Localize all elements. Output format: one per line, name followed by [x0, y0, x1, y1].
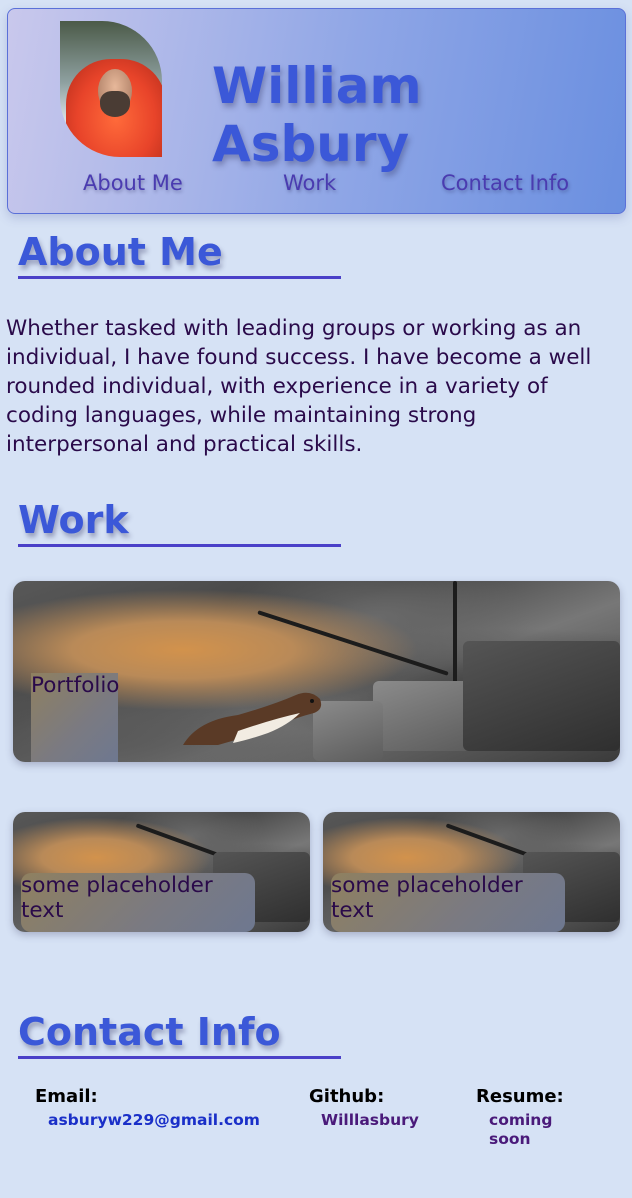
email-label: Email: [35, 1086, 98, 1107]
contact-heading: Contact Info [18, 1010, 341, 1059]
resume-status: coming soon [489, 1111, 553, 1148]
nav-contact-info[interactable]: Contact Info [441, 171, 569, 195]
contact-resume: Resume: coming soon [476, 1086, 564, 1149]
weasel-image [183, 692, 322, 745]
nav-work[interactable]: Work [283, 171, 336, 195]
portfolio-label: Portfolio [31, 673, 119, 762]
work-card-2[interactable]: some placeholder text [323, 812, 620, 932]
resume-label: Resume: [476, 1086, 564, 1107]
work-heading: Work [18, 498, 341, 547]
email-link[interactable]: asburyw229@gmail.com [48, 1111, 260, 1130]
work-card-1-label: some placeholder text [21, 873, 255, 932]
site-header: William Asbury About Me Work Contact Inf… [7, 8, 626, 214]
work-card-2-label: some placeholder text [331, 873, 565, 932]
work-card-1[interactable]: some placeholder text [13, 812, 310, 932]
nav-about-me[interactable]: About Me [83, 171, 183, 195]
about-text: Whether tasked with leading groups or wo… [6, 316, 592, 457]
contact-email: Email: asburyw229@gmail.com [35, 1086, 260, 1130]
site-title: William Asbury [212, 57, 422, 173]
profile-photo [60, 21, 162, 157]
github-label: Github: [309, 1086, 385, 1107]
github-link[interactable]: Willlasbury [321, 1111, 419, 1130]
contact-github: Github: Willlasbury [309, 1086, 419, 1130]
main-nav: About Me Work Contact Info [8, 171, 625, 205]
portfolio-card[interactable]: Portfolio [13, 581, 620, 762]
about-heading: About Me [18, 230, 341, 279]
